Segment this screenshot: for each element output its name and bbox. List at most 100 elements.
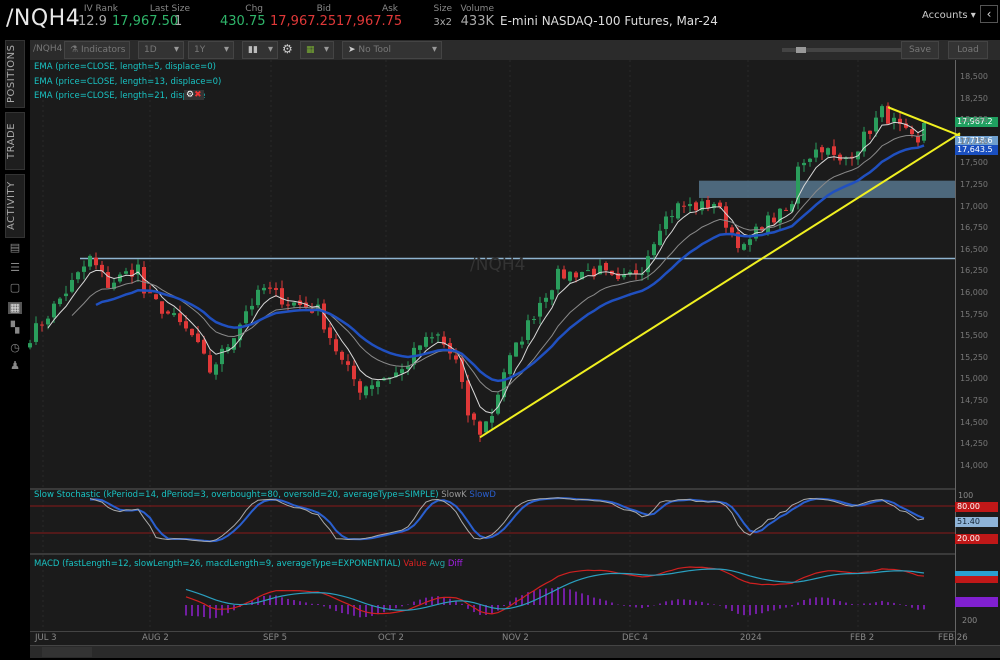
candle bbox=[694, 202, 698, 211]
price-tick: 18,500 bbox=[960, 72, 988, 81]
candle bbox=[88, 255, 92, 267]
candle bbox=[520, 341, 524, 345]
candle bbox=[334, 339, 338, 352]
price-tick: 17,000 bbox=[960, 201, 988, 211]
candle bbox=[262, 287, 266, 291]
date-tick: FEB 26 bbox=[938, 633, 968, 643]
price-tick: 16,500 bbox=[960, 244, 988, 254]
candle bbox=[832, 146, 836, 155]
ema13-legend[interactable]: EMA (price=CLOSE, length=13, displace=0) bbox=[34, 77, 221, 87]
price-tick: 14,250 bbox=[960, 439, 988, 449]
date-tick: SEP 5 bbox=[263, 633, 288, 643]
date-tick: 2024 bbox=[740, 633, 762, 643]
stoch-oversold-label: 20.00 bbox=[955, 534, 998, 544]
candle bbox=[478, 421, 482, 435]
candle bbox=[418, 345, 422, 350]
candle bbox=[826, 148, 830, 155]
candle bbox=[340, 351, 344, 360]
candle bbox=[256, 289, 260, 306]
price-tick: 15,250 bbox=[960, 352, 988, 362]
price-tick: 16,750 bbox=[960, 223, 988, 233]
candle bbox=[214, 364, 218, 375]
stoch-value-label: 51.40 bbox=[955, 517, 998, 527]
candle bbox=[94, 257, 98, 266]
date-tick: JUL 3 bbox=[35, 633, 57, 643]
candle bbox=[244, 311, 248, 324]
price-tick: 14,750 bbox=[960, 396, 988, 405]
candle bbox=[364, 386, 368, 396]
candle bbox=[160, 301, 164, 314]
candle bbox=[568, 271, 572, 281]
candle bbox=[730, 227, 734, 233]
candle bbox=[220, 348, 224, 365]
candle bbox=[472, 413, 476, 420]
candle bbox=[868, 130, 872, 134]
candle bbox=[454, 355, 458, 360]
price-tick: 15,000 bbox=[960, 374, 988, 384]
candle bbox=[358, 381, 362, 393]
candle bbox=[922, 123, 926, 141]
candle bbox=[268, 287, 272, 289]
candle bbox=[766, 215, 770, 233]
ema21-legend[interactable]: EMA (price=CLOSE, length=21, displace bbox=[34, 91, 206, 101]
candle bbox=[772, 217, 776, 223]
candle bbox=[910, 129, 914, 135]
candle bbox=[424, 336, 428, 347]
candle bbox=[550, 290, 554, 300]
price-tick: 16,250 bbox=[960, 266, 988, 276]
candle bbox=[748, 239, 752, 245]
slowd-legend: SlowD bbox=[469, 490, 496, 500]
candle bbox=[166, 311, 170, 314]
price-tick: 14,000 bbox=[960, 460, 988, 470]
candle bbox=[676, 203, 680, 219]
candle bbox=[916, 136, 920, 143]
price-tick: 15,750 bbox=[960, 309, 988, 319]
candle bbox=[40, 324, 44, 326]
candle bbox=[784, 209, 788, 211]
gear-icon[interactable]: ⚙ bbox=[186, 90, 194, 100]
macd-avg-legend: Avg bbox=[429, 559, 446, 569]
stochastic-title: Slow Stochastic (kPeriod=14, dPeriod=3, … bbox=[34, 490, 496, 500]
candle bbox=[688, 204, 692, 207]
candle bbox=[544, 297, 548, 302]
candle bbox=[118, 274, 122, 282]
candle bbox=[718, 202, 722, 207]
candle bbox=[82, 266, 86, 272]
candle bbox=[202, 339, 206, 354]
candle bbox=[196, 333, 200, 343]
ema21-price-label: 17,643.5 bbox=[955, 145, 998, 155]
candle bbox=[508, 355, 512, 375]
candle bbox=[184, 321, 188, 329]
study-settings: ⚙✖ bbox=[184, 90, 204, 100]
candle bbox=[526, 320, 530, 340]
candle bbox=[514, 342, 518, 357]
candle bbox=[880, 106, 884, 118]
price-tick: 17,250 bbox=[960, 180, 988, 189]
candle bbox=[178, 313, 182, 323]
price-tick: 18,250 bbox=[960, 93, 988, 103]
candle bbox=[808, 158, 812, 162]
ema5-legend[interactable]: EMA (price=CLOSE, length=5, displace=0) bbox=[34, 62, 216, 72]
candle bbox=[484, 421, 488, 433]
candle bbox=[586, 270, 590, 272]
candle bbox=[562, 269, 566, 279]
slowd-line bbox=[89, 497, 925, 543]
date-tick: OCT 2 bbox=[378, 633, 404, 643]
candle bbox=[292, 302, 296, 306]
candle bbox=[670, 216, 674, 218]
macd-diff-label bbox=[955, 597, 998, 607]
price-tick: 14,500 bbox=[960, 417, 988, 427]
macd-axis-label: 200 bbox=[962, 616, 978, 625]
candle bbox=[574, 272, 578, 278]
candle bbox=[52, 303, 56, 318]
candle bbox=[436, 334, 440, 336]
candle bbox=[190, 328, 194, 336]
candle bbox=[664, 216, 668, 229]
close-icon[interactable]: ✖ bbox=[194, 90, 202, 100]
candle bbox=[64, 293, 68, 297]
candle bbox=[274, 288, 278, 290]
candle bbox=[538, 302, 542, 317]
candle bbox=[742, 244, 746, 250]
candle bbox=[346, 361, 350, 365]
uptrend-line bbox=[479, 132, 961, 439]
